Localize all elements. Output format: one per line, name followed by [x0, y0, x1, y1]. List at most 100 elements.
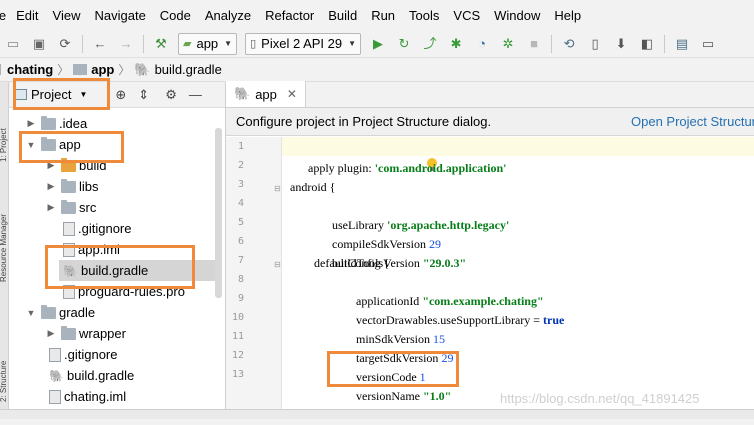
line-number: 4	[237, 198, 244, 209]
device-select[interactable]: ▯ Pixel 2 API 29 ▼	[245, 32, 362, 55]
tree-item-gradle[interactable]: ▼ gradle	[25, 302, 95, 323]
code-line: buildToolsVersion "29.0.3"	[332, 256, 467, 270]
line-number: 11	[231, 331, 244, 342]
gradle-elephant-icon: 🐘	[49, 368, 64, 383]
project-structure-icon[interactable]: ▤	[674, 36, 690, 52]
code-line: compileSdkVersion 29	[332, 237, 441, 251]
project-scrollbar[interactable]	[215, 128, 222, 298]
run-config-select[interactable]: ▰ app ▼	[178, 32, 238, 55]
save-icon[interactable]: ▣	[31, 36, 47, 52]
annotation-box-project-selector	[13, 78, 110, 110]
tree-item-chating-iml[interactable]: chating.iml	[45, 386, 126, 407]
tool-tab-resource-manager[interactable]: Resource Manager	[0, 177, 9, 282]
line-number: 8	[237, 274, 244, 285]
folder-open-icon[interactable]: ▭	[5, 36, 21, 52]
collapse-arrow-icon[interactable]: ▼	[25, 308, 37, 318]
toolbar-separator	[82, 34, 83, 53]
status-bar	[0, 409, 754, 419]
editor-area: 🐘 app ✕ Configure project in Project Str…	[226, 81, 754, 419]
line-number: 1	[237, 141, 244, 152]
menu-help[interactable]: Help	[554, 8, 581, 23]
tree-item-build-gradle-root[interactable]: 🐘 build.gradle	[45, 365, 134, 386]
profile-icon[interactable]: ◔	[474, 36, 490, 52]
run-icon[interactable]: ▶	[370, 36, 386, 52]
line-number: 9	[237, 293, 244, 304]
menu-view[interactable]: View	[53, 8, 81, 23]
code-line: android {	[290, 180, 336, 194]
avd-manager-icon[interactable]: ▯	[587, 36, 603, 52]
expand-arrow-icon[interactable]: ▶	[25, 118, 37, 129]
sdk-manager-icon[interactable]: ⬇	[613, 36, 629, 52]
breadcrumb-item-file[interactable]: build.gradle	[155, 62, 222, 77]
tab-build-gradle-app[interactable]: 🐘 app ✕	[226, 81, 306, 107]
breadcrumb-item-module[interactable]: app	[91, 62, 114, 77]
gradle-sync-icon[interactable]: ⟲	[561, 36, 577, 52]
menu-tools[interactable]: Tools	[409, 8, 439, 23]
tree-item-libs[interactable]: ▶ libs	[45, 176, 99, 197]
search-everywhere-icon[interactable]: ▭	[700, 36, 716, 52]
apply-code-changes-icon[interactable]: ⤴	[422, 36, 438, 52]
tree-item-gitignore-app[interactable]: .gitignore	[59, 218, 131, 239]
menu-edit[interactable]: Edit	[16, 8, 38, 23]
breadcrumb: chating 〉 app 〉 🐘 build.gradle	[0, 58, 754, 82]
folder-icon	[61, 199, 76, 214]
fold-marker-icon[interactable]: ⊟	[274, 260, 281, 269]
menu-file[interactable]: le	[0, 8, 6, 23]
folder-icon	[41, 304, 56, 319]
main-toolbar: ▭ ▣ ⟳ ← → ⚒ ▰ app ▼ ▯ Pixel 2 API 29 ▼ ▶…	[0, 30, 754, 58]
layout-inspector-icon[interactable]: ◧	[639, 36, 655, 52]
line-number: 2	[237, 160, 244, 171]
tree-item-label: src	[79, 200, 97, 215]
folder-icon	[61, 178, 76, 193]
line-number-gutter: 1 2 3 4 5 6 7 8 9 10 11 12 13 ⊟ ⊟	[226, 137, 282, 419]
menu-code[interactable]: Code	[160, 8, 191, 23]
hide-icon[interactable]: —	[189, 87, 202, 102]
menu-vcs[interactable]: VCS	[453, 8, 480, 23]
file-icon	[49, 347, 61, 362]
menu-navigate[interactable]: Navigate	[94, 8, 145, 23]
expand-arrow-icon[interactable]: ▶	[45, 181, 57, 192]
left-tool-strip: 1: Project Resource Manager 2: Structure	[0, 82, 9, 419]
code-line: apply plugin: 'com.android.application'	[308, 161, 507, 175]
tab-label: app	[255, 86, 277, 102]
notification-banner: Configure project in Project Structure d…	[226, 108, 754, 136]
debug-icon[interactable]: ✱	[448, 36, 464, 52]
locate-target-icon[interactable]: ⊕	[115, 87, 126, 103]
apply-changes-icon[interactable]: ↻	[396, 36, 412, 52]
open-project-structure-link[interactable]: Open Project Structur	[631, 114, 754, 129]
code-line: targetSdkVersion 29	[356, 351, 454, 365]
line-number: 7	[237, 255, 244, 266]
editor-tabs: 🐘 app ✕	[226, 81, 754, 108]
expand-arrow-icon[interactable]: ▶	[45, 202, 57, 213]
line-number: 6	[237, 236, 244, 247]
menu-build[interactable]: Build	[328, 8, 357, 23]
folder-icon	[73, 64, 88, 75]
tree-item-wrapper[interactable]: ▶ wrapper	[45, 323, 126, 344]
attach-debugger-icon[interactable]: ✲	[500, 36, 516, 52]
toolbar-separator	[143, 34, 144, 53]
gradle-icon: 🐘	[134, 61, 151, 77]
tool-tab-project[interactable]: 1: Project	[0, 92, 9, 162]
back-arrow-icon[interactable]: ←	[92, 36, 108, 52]
collapse-all-icon[interactable]: ⇕	[138, 87, 149, 103]
breadcrumb-item-project[interactable]: chating	[7, 62, 53, 77]
make-project-hammer-icon[interactable]: ⚒	[153, 36, 169, 52]
forward-arrow-icon[interactable]: →	[118, 36, 134, 52]
gradle-elephant-icon: 🐘	[234, 86, 251, 101]
menu-analyze[interactable]: Analyze	[205, 8, 251, 23]
tool-tab-structure[interactable]: 2: Structure	[0, 322, 9, 402]
file-icon	[63, 221, 75, 236]
gear-icon[interactable]: ⚙	[165, 87, 177, 103]
tree-item-src[interactable]: ▶ src	[45, 197, 96, 218]
fold-marker-icon[interactable]: ⊟	[274, 184, 281, 193]
menu-window[interactable]: Window	[494, 8, 540, 23]
tree-item-gitignore-root[interactable]: .gitignore	[45, 344, 117, 365]
folder-icon	[61, 325, 76, 340]
stop-icon[interactable]: ■	[526, 36, 542, 52]
menu-run[interactable]: Run	[371, 8, 395, 23]
sync-icon[interactable]: ⟳	[57, 36, 73, 52]
menu-refactor[interactable]: Refactor	[265, 8, 314, 23]
toolbar-separator	[664, 34, 666, 53]
expand-arrow-icon[interactable]: ▶	[45, 328, 57, 339]
close-icon[interactable]: ✕	[287, 87, 297, 101]
